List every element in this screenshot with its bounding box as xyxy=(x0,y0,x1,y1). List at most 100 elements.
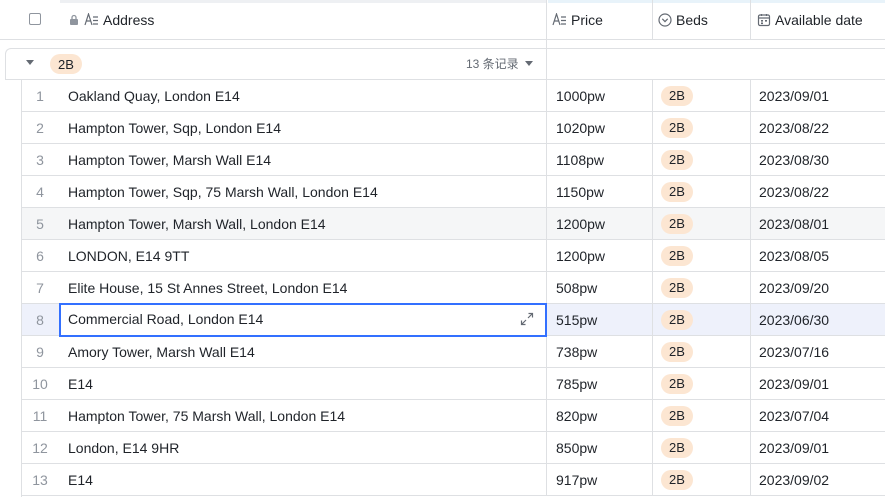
column-divider xyxy=(652,144,653,175)
date-cell[interactable]: 2023/08/22 xyxy=(759,112,885,143)
price-cell[interactable]: 785pw xyxy=(556,368,652,399)
address-cell[interactable]: E14 xyxy=(68,464,538,495)
address-cell[interactable]: Hampton Tower, Sqp, 75 Marsh Wall, Londo… xyxy=(68,176,538,207)
price-cell[interactable]: 1108pw xyxy=(556,144,652,175)
beds-tag: 2B xyxy=(661,181,693,202)
address-cell[interactable]: Amory Tower, Marsh Wall E14 xyxy=(68,336,538,367)
price-cell[interactable]: 850pw xyxy=(556,432,652,463)
row-number: 3 xyxy=(36,151,44,168)
row-number: 2 xyxy=(36,119,44,136)
column-divider xyxy=(652,432,653,463)
table-row[interactable]: 10 E14 785pw 2B 2023/09/01 xyxy=(21,368,885,400)
column-header-available-date[interactable]: Available date xyxy=(757,0,885,39)
column-divider xyxy=(546,272,547,303)
group-header[interactable] xyxy=(5,48,885,80)
address-cell[interactable]: Hampton Tower, Marsh Wall, London E14 xyxy=(68,208,538,239)
address-cell[interactable]: Hampton Tower, 75 Marsh Wall, London E14 xyxy=(68,400,538,431)
table-row[interactable]: 12 London, E14 9HR 850pw 2B 2023/09/01 xyxy=(21,432,885,464)
beds-tag: 2B xyxy=(661,469,693,490)
date-cell[interactable]: 2023/09/20 xyxy=(759,272,885,303)
address-cell[interactable]: Hampton Tower, Sqp, London E14 xyxy=(68,112,538,143)
table-row[interactable]: 11 Hampton Tower, 75 Marsh Wall, London E… xyxy=(21,400,885,432)
table-row[interactable]: 1 Oakland Quay, London E14 1000pw 2B 2023/09… xyxy=(21,80,885,112)
column-divider xyxy=(546,240,547,271)
row-number: 7 xyxy=(36,279,44,296)
beds-cell[interactable]: 2B xyxy=(652,176,750,207)
price-cell[interactable]: 917pw xyxy=(556,464,652,495)
price-cell[interactable]: 738pw xyxy=(556,336,652,367)
beds-cell[interactable]: 2B xyxy=(652,80,750,111)
date-cell[interactable]: 2023/09/01 xyxy=(759,432,885,463)
beds-cell[interactable]: 2B xyxy=(652,208,750,239)
address-cell[interactable]: Hampton Tower, Marsh Wall E14 xyxy=(68,144,538,175)
table-row[interactable]: 2 Hampton Tower, Sqp, London E14 1020pw 2B 2… xyxy=(21,112,885,144)
column-divider xyxy=(546,336,547,367)
beds-cell[interactable]: 2B xyxy=(652,368,750,399)
beds-cell[interactable]: 2B xyxy=(652,240,750,271)
column-header-address[interactable]: Address xyxy=(68,0,546,39)
date-cell[interactable]: 2023/06/30 xyxy=(759,304,885,335)
row-number: 11 xyxy=(32,407,48,424)
table-row[interactable]: 7 Elite House, 15 St Annes Street, London… xyxy=(21,272,885,304)
beds-cell[interactable]: 2B xyxy=(652,464,750,495)
table-row[interactable]: 9 Amory Tower, Marsh Wall E14 738pw 2B 2023/… xyxy=(21,336,885,368)
column-divider xyxy=(546,80,547,111)
date-cell[interactable]: 2023/08/05 xyxy=(759,240,885,271)
expand-icon[interactable] xyxy=(520,312,534,331)
beds-cell[interactable]: 2B xyxy=(652,304,750,335)
group-record-count[interactable]: 13 条记录 xyxy=(466,55,533,72)
row-number: 12 xyxy=(32,439,48,456)
collapse-caret-icon[interactable] xyxy=(26,60,34,65)
date-cell[interactable]: 2023/08/01 xyxy=(759,208,885,239)
column-divider xyxy=(546,464,547,495)
column-divider xyxy=(652,112,653,143)
column-header-beds[interactable]: Beds xyxy=(658,0,750,39)
column-divider xyxy=(750,176,751,207)
date-cell[interactable]: 2023/07/16 xyxy=(759,336,885,367)
price-cell[interactable]: 1150pw xyxy=(556,176,652,207)
beds-cell[interactable]: 2B xyxy=(652,144,750,175)
date-cell[interactable]: 2023/07/04 xyxy=(759,400,885,431)
address-cell[interactable]: London, E14 9HR xyxy=(68,432,538,463)
price-cell[interactable]: 1020pw xyxy=(556,112,652,143)
price-cell[interactable]: 1200pw xyxy=(556,208,652,239)
group-tag-label: 2B xyxy=(50,54,82,74)
date-cell[interactable]: 2023/08/30 xyxy=(759,144,885,175)
column-divider xyxy=(652,80,653,111)
price-cell[interactable]: 1000pw xyxy=(556,80,652,111)
price-cell[interactable]: 508pw xyxy=(556,272,652,303)
beds-cell[interactable]: 2B xyxy=(652,336,750,367)
beds-cell[interactable]: 2B xyxy=(652,400,750,431)
price-cell[interactable]: 515pw xyxy=(556,304,652,335)
price-cell[interactable]: 1200pw xyxy=(556,240,652,271)
column-header-price[interactable]: Price xyxy=(552,0,652,39)
address-cell[interactable]: Elite House, 15 St Annes Street, London … xyxy=(68,272,538,303)
column-divider xyxy=(750,304,751,335)
date-cell[interactable]: 2023/09/02 xyxy=(759,464,885,495)
active-cell-text: Commercial Road, London E14 xyxy=(68,311,264,327)
date-cell[interactable]: 2023/09/01 xyxy=(759,368,885,399)
table-row[interactable]: 3 Hampton Tower, Marsh Wall E14 1108pw 2B 20… xyxy=(21,144,885,176)
address-cell[interactable]: Oakland Quay, London E14 xyxy=(68,80,538,111)
date-cell[interactable]: 2023/09/01 xyxy=(759,80,885,111)
row-number: 5 xyxy=(36,215,44,232)
beds-tag: 2B xyxy=(661,85,693,106)
row-number: 4 xyxy=(36,183,44,200)
address-cell[interactable]: LONDON, E14 9TT xyxy=(68,240,538,271)
date-cell[interactable]: 2023/08/22 xyxy=(759,176,885,207)
column-divider xyxy=(652,272,653,303)
beds-cell[interactable]: 2B xyxy=(652,272,750,303)
table-row[interactable]: 5 Hampton Tower, Marsh Wall, London E14 12… xyxy=(21,208,885,240)
address-cell[interactable]: E14 xyxy=(68,368,538,399)
text-field-icon xyxy=(552,13,567,26)
beds-cell[interactable]: 2B xyxy=(652,432,750,463)
table-row[interactable]: 6 LONDON, E14 9TT 1200pw 2B 2023/08/05 xyxy=(21,240,885,272)
beds-cell[interactable]: 2B xyxy=(652,112,750,143)
table-row[interactable]: 4 Hampton Tower, Sqp, 75 Marsh Wall, Lond… xyxy=(21,176,885,208)
column-divider xyxy=(546,432,547,463)
table-row[interactable]: 13 E14 917pw 2B 2023/09/02 xyxy=(21,464,885,496)
column-divider xyxy=(750,336,751,367)
group-tag: 2B xyxy=(50,54,82,74)
price-cell[interactable]: 820pw xyxy=(556,400,652,431)
select-all-checkbox[interactable] xyxy=(29,13,41,25)
